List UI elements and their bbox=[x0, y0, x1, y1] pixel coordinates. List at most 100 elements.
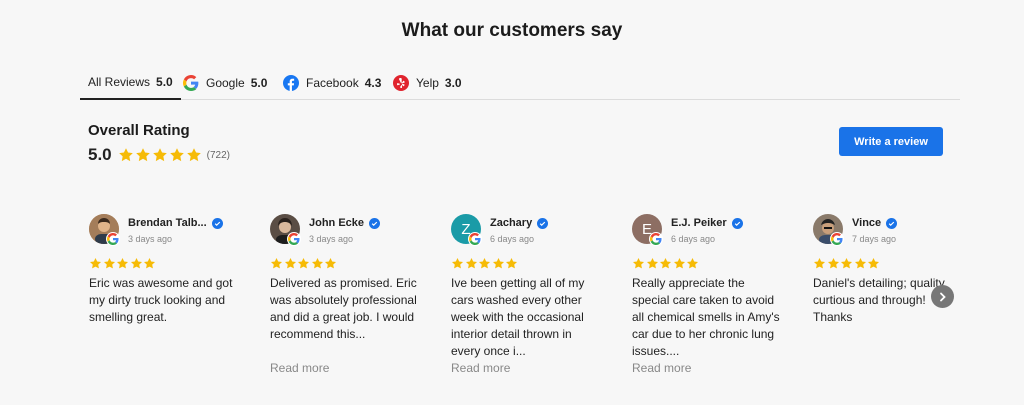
star-icon bbox=[451, 257, 464, 269]
reviewer-name[interactable]: Brendan Talb... bbox=[128, 217, 207, 229]
tab-all-reviews[interactable]: All Reviews 5.0 bbox=[80, 72, 181, 100]
avatar bbox=[813, 214, 845, 246]
star-icon bbox=[152, 148, 167, 162]
review-text: Really appreciate the special care taken… bbox=[632, 276, 780, 358]
review-card: E E.J. Peiker 6 days ago Really apprecia… bbox=[632, 214, 782, 384]
star-icon bbox=[827, 257, 839, 269]
reviewer-name-row: John Ecke bbox=[309, 217, 381, 229]
star-icon bbox=[632, 257, 645, 269]
tab-facebook[interactable]: Facebook 4.3 bbox=[275, 72, 389, 100]
read-more-link[interactable]: Read more bbox=[451, 361, 510, 375]
next-arrow-button[interactable] bbox=[931, 285, 954, 308]
review-text: Ive been getting all of my cars washed e… bbox=[451, 276, 585, 358]
tab-score: 5.0 bbox=[250, 76, 268, 90]
reviewer-name[interactable]: E.J. Peiker bbox=[671, 217, 727, 229]
review-date: 3 days ago bbox=[128, 234, 173, 244]
star-icon bbox=[297, 257, 310, 269]
star-icon bbox=[169, 148, 184, 162]
google-icon bbox=[287, 232, 301, 246]
reviewer-name[interactable]: Zachary bbox=[490, 217, 532, 229]
star-icon bbox=[118, 148, 133, 162]
tab-label: All Reviews bbox=[88, 75, 151, 89]
review-date: 3 days ago bbox=[309, 234, 354, 244]
star-icon bbox=[686, 257, 699, 269]
star-icon bbox=[311, 257, 323, 269]
avatar: Z bbox=[451, 214, 483, 246]
tab-score: 4.3 bbox=[364, 76, 382, 90]
avatar: E bbox=[632, 214, 664, 246]
star-icon bbox=[103, 257, 115, 269]
google-icon bbox=[106, 232, 120, 246]
star-icon bbox=[673, 257, 685, 269]
avatar bbox=[270, 214, 302, 246]
review-date: 6 days ago bbox=[671, 234, 716, 244]
star-icon bbox=[186, 148, 201, 162]
star-icon bbox=[324, 257, 337, 269]
star-icon bbox=[492, 257, 504, 269]
overall-rating-label: Overall Rating bbox=[88, 122, 190, 139]
star-icon bbox=[854, 257, 866, 269]
tab-score: 5.0 bbox=[156, 75, 173, 89]
tab-google[interactable]: Google 5.0 bbox=[175, 72, 275, 100]
google-icon bbox=[183, 75, 199, 91]
star-icon bbox=[284, 257, 296, 269]
read-more-link[interactable]: Read more bbox=[632, 361, 691, 375]
star-icon bbox=[270, 257, 283, 269]
review-date: 7 days ago bbox=[852, 234, 897, 244]
chevron-right-icon bbox=[939, 292, 946, 301]
tab-score: 3.0 bbox=[444, 76, 462, 90]
overall-rating-row: 5.0 (722) bbox=[88, 145, 230, 165]
star-icon bbox=[130, 257, 142, 269]
tab-label: Yelp bbox=[416, 76, 439, 90]
star-icon bbox=[135, 148, 150, 162]
star-icon bbox=[840, 257, 853, 269]
review-source-tabs: All Reviews 5.0 Google 5.0 Facebook 4.3 … bbox=[80, 72, 960, 100]
google-icon bbox=[649, 232, 663, 246]
review-card: John Ecke 3 days ago Delivered as promis… bbox=[270, 214, 420, 384]
review-card: Z Zachary 6 days ago Ive been getting al… bbox=[451, 214, 601, 384]
overall-stars bbox=[118, 147, 203, 163]
review-stars bbox=[632, 257, 700, 270]
star-icon bbox=[813, 257, 826, 269]
star-icon bbox=[867, 257, 880, 269]
star-icon bbox=[478, 257, 491, 269]
review-stars bbox=[270, 257, 338, 270]
star-icon bbox=[646, 257, 658, 269]
avatar bbox=[89, 214, 121, 246]
verified-icon bbox=[211, 217, 223, 229]
read-more-link[interactable]: Read more bbox=[270, 361, 329, 375]
tab-label: Google bbox=[206, 76, 245, 90]
star-icon bbox=[143, 257, 156, 269]
verified-icon bbox=[369, 217, 381, 229]
star-icon bbox=[505, 257, 518, 269]
reviewer-name[interactable]: John Ecke bbox=[309, 217, 364, 229]
review-stars bbox=[813, 257, 881, 270]
star-icon bbox=[465, 257, 477, 269]
overall-rating-value: 5.0 bbox=[88, 145, 112, 164]
review-text: Eric was awesome and got my dirty truck … bbox=[89, 276, 233, 324]
tab-yelp[interactable]: Yelp 3.0 bbox=[385, 72, 470, 100]
reviewer-name-row: Zachary bbox=[490, 217, 549, 229]
facebook-icon bbox=[283, 75, 299, 91]
star-icon bbox=[659, 257, 672, 269]
write-review-button[interactable]: Write a review bbox=[839, 127, 943, 156]
tab-label: Facebook bbox=[306, 76, 359, 90]
reviewer-name-row: Vince bbox=[852, 217, 898, 229]
review-count: (722) bbox=[206, 149, 230, 161]
google-icon bbox=[468, 232, 482, 246]
review-stars bbox=[451, 257, 519, 270]
yelp-icon bbox=[393, 75, 409, 91]
review-text: Delivered as promised. Eric was absolute… bbox=[270, 276, 417, 341]
verified-icon bbox=[731, 217, 743, 229]
review-stars bbox=[89, 257, 157, 270]
review-card: Brendan Talb... 3 days ago Eric was awes… bbox=[89, 214, 239, 384]
reviewer-name-row: E.J. Peiker bbox=[671, 217, 743, 229]
review-date: 6 days ago bbox=[490, 234, 535, 244]
star-icon bbox=[116, 257, 129, 269]
section-title: What our customers say bbox=[401, 20, 623, 41]
verified-icon bbox=[886, 217, 898, 229]
star-icon bbox=[89, 257, 102, 269]
verified-icon bbox=[537, 217, 549, 229]
reviewer-name-row: Brendan Talb... bbox=[128, 217, 223, 229]
reviewer-name[interactable]: Vince bbox=[852, 217, 881, 229]
